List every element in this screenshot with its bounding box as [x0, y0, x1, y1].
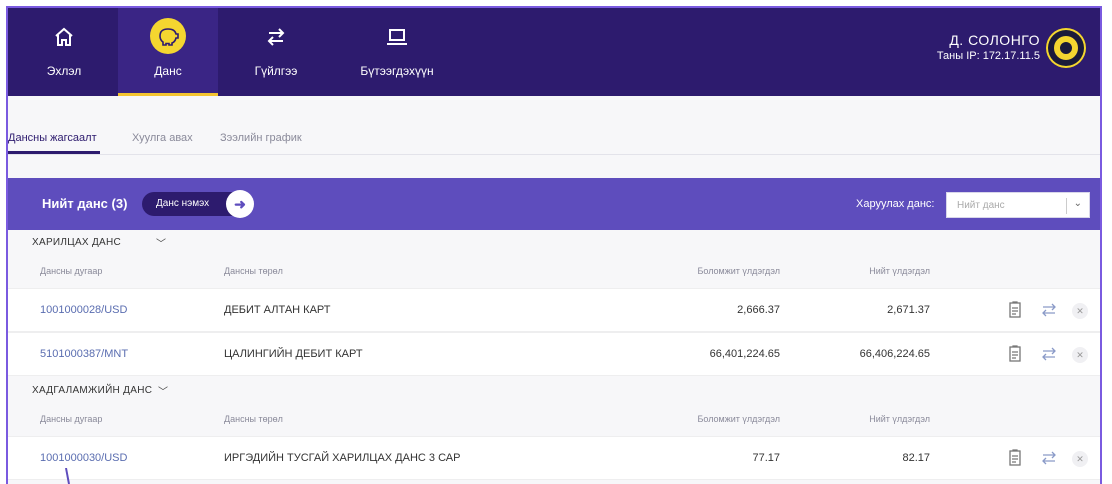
- avatar[interactable]: [1046, 28, 1086, 68]
- table-header: Дансны дугаар Дансны төрөл Боломжит үлдэ…: [8, 254, 1100, 286]
- available-balance: 77.17: [752, 452, 780, 464]
- available-balance: 2,666.37: [737, 304, 780, 316]
- table-header: Дансны дугаар Дансны төрөл Боломжит үлдэ…: [8, 402, 1100, 434]
- transfer-icon[interactable]: [1040, 301, 1058, 319]
- section-title: ХАРИЛЦАХ ДАНС: [32, 237, 122, 248]
- chevron-down-icon: ⌄: [1073, 198, 1082, 209]
- col-account: Дансны дугаар: [40, 266, 103, 276]
- account-type: ЦАЛИНГИЙН ДЕБИТ КАРТ: [224, 348, 363, 360]
- section-title: ХАДГАЛАМЖИЙН ДАНС: [32, 385, 153, 396]
- account-filter-value: Нийт данс: [957, 200, 1005, 211]
- home-icon: [55, 27, 73, 46]
- close-icon[interactable]: ✕: [1072, 347, 1088, 363]
- statement-icon[interactable]: [1006, 449, 1024, 467]
- account-type: ДЕБИТ АЛТАН КАРТ: [224, 304, 331, 316]
- nav-item-home[interactable]: Эхлэл: [14, 8, 114, 96]
- statement-icon[interactable]: [1006, 345, 1024, 363]
- total-balance: 2,671.37: [887, 304, 930, 316]
- user-info: Д. СОЛОНГО Таны IP: 172.17.11.5: [937, 32, 1040, 62]
- nav-item-transactions[interactable]: Гүйлгээ: [226, 8, 326, 96]
- select-divider: [1066, 198, 1067, 214]
- sub-tabs: Дансны жагсаалт Хуулга авах Зээлийн граф…: [8, 96, 1100, 155]
- col-type: Дансны төрөл: [224, 266, 283, 276]
- tab-account-list[interactable]: Дансны жагсаалт: [8, 132, 97, 144]
- tab-loan-schedule[interactable]: Зээлийн график: [220, 132, 302, 144]
- top-nav: Эхлэл Данс Гүйлгээ Бүтээгдэхүүн Д. СОЛОН…: [8, 8, 1100, 96]
- piggy-bank-icon: [150, 18, 186, 54]
- account-type: ИРГЭДИЙН ТУСГАЙ ХАРИЛЦАХ ДАНС 3 САР: [224, 452, 461, 464]
- laptop-icon: [387, 29, 407, 45]
- nav-label-accounts: Данс: [154, 64, 182, 78]
- col-type: Дансны төрөл: [224, 414, 283, 424]
- table-row[interactable]: 1001000028/USD ДЕБИТ АЛТАН КАРТ 2,666.37…: [8, 288, 1100, 332]
- user-name: Д. СОЛОНГО: [949, 32, 1040, 48]
- arrow-right-icon: ➜: [226, 190, 254, 218]
- show-accounts-label: Харуулах данс:: [856, 198, 935, 210]
- nav-label-home: Эхлэл: [46, 64, 82, 78]
- close-icon[interactable]: ✕: [1072, 451, 1088, 467]
- add-account-button[interactable]: Данс нэмэх ➜: [142, 190, 254, 218]
- add-account-label: Данс нэмэх: [156, 198, 210, 209]
- mouse-cursor-icon: [65, 468, 70, 484]
- tab-active-indicator: [8, 151, 100, 154]
- col-account: Дансны дугаар: [40, 414, 103, 424]
- account-count: Нийт данс (3): [42, 196, 128, 211]
- col-total: Нийт үлдэгдэл: [869, 266, 930, 276]
- nav-item-products[interactable]: Бүтээгдэхүүн: [338, 8, 456, 96]
- tab-get-statement[interactable]: Хуулга авах: [132, 132, 193, 144]
- total-balance: 66,406,224.65: [859, 348, 930, 360]
- col-total: Нийт үлдэгдэл: [869, 414, 930, 424]
- transfer-icon[interactable]: [1040, 449, 1058, 467]
- nav-label-products: Бүтээгдэхүүн: [360, 64, 434, 78]
- account-number-link[interactable]: 1001000030/USD: [40, 452, 127, 464]
- col-available: Боломжит үлдэгдэл: [697, 414, 780, 424]
- total-balance: 82.17: [902, 452, 930, 464]
- app-frame: Эхлэл Данс Гүйлгээ Бүтээгдэхүүн Д. СОЛОН…: [6, 6, 1102, 484]
- section-savings-accounts[interactable]: ХАДГАЛАМЖИЙН ДАНС ﹀: [8, 378, 1100, 402]
- nav-label-transactions: Гүйлгээ: [254, 64, 298, 78]
- nav-item-accounts[interactable]: Данс: [118, 8, 218, 96]
- chevron-down-icon[interactable]: ﹀: [158, 383, 168, 398]
- user-ip: Таны IP: 172.17.11.5: [936, 50, 1040, 62]
- transfer-icon[interactable]: [1040, 345, 1058, 363]
- chevron-down-icon[interactable]: ﹀: [156, 235, 166, 250]
- transfer-icon: [267, 28, 285, 46]
- account-bar: Нийт данс (3) Данс нэмэх ➜ Харуулах данс…: [8, 178, 1100, 230]
- account-filter-select[interactable]: Нийт данс ⌄: [946, 192, 1090, 218]
- table-row[interactable]: 5101000387/MNT ЦАЛИНГИЙН ДЕБИТ КАРТ 66,4…: [8, 332, 1100, 376]
- table-row[interactable]: 1001000030/USD ИРГЭДИЙН ТУСГАЙ ХАРИЛЦАХ …: [8, 436, 1100, 480]
- close-icon[interactable]: ✕: [1072, 303, 1088, 319]
- statement-icon[interactable]: [1006, 301, 1024, 319]
- account-number-link[interactable]: 1001000028/USD: [40, 304, 127, 316]
- section-current-accounts[interactable]: ХАРИЛЦАХ ДАНС ﹀: [8, 230, 1100, 254]
- account-number-link[interactable]: 5101000387/MNT: [40, 348, 128, 360]
- available-balance: 66,401,224.65: [709, 348, 780, 360]
- col-available: Боломжит үлдэгдэл: [697, 266, 780, 276]
